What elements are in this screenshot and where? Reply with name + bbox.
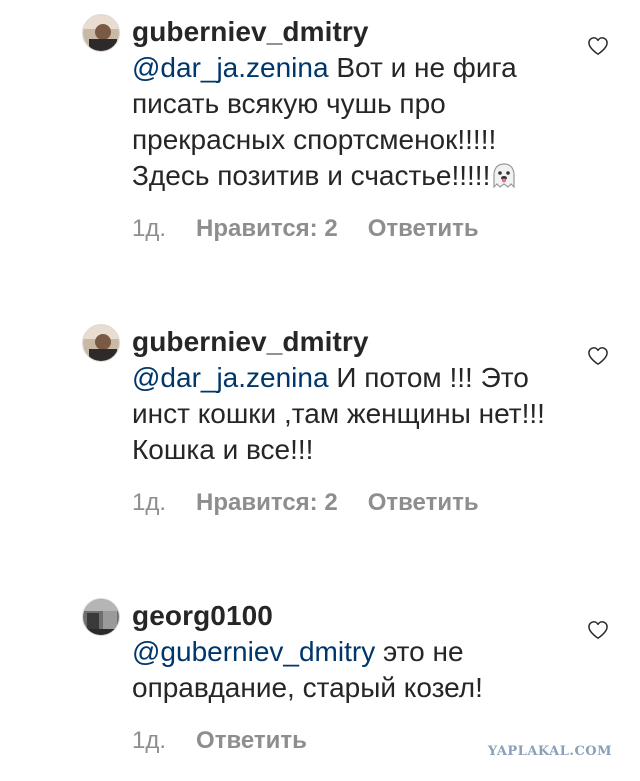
mention-link[interactable]: @dar_ja.zenina (132, 362, 329, 393)
comment-meta: 1д. Нравится: 2 Ответить (132, 214, 572, 244)
comment-item: guberniev_dmitry @dar_ja.zenina И потом … (82, 324, 622, 554)
mention-link[interactable]: @guberniev_dmitry (132, 636, 375, 667)
comment-meta: 1д. Нравится: 2 Ответить (132, 488, 572, 518)
comment-text: @dar_ja.zenina Вот и не фига писать всяк… (132, 50, 572, 194)
avatar-photo-icon (83, 599, 119, 635)
reply-button[interactable]: Ответить (196, 727, 307, 754)
reply-button[interactable]: Ответить (368, 489, 479, 516)
comment-time: 1д. (132, 489, 167, 516)
ghost-tongue-emoji-icon (493, 163, 515, 189)
avatar[interactable] (82, 324, 120, 362)
mention-link[interactable]: @dar_ja.zenina (132, 52, 329, 83)
reply-button[interactable]: Ответить (368, 215, 479, 242)
comment-text: @dar_ja.zenina И потом !!! Это инст кошк… (132, 360, 572, 468)
comment-username[interactable]: guberniev_dmitry (132, 14, 572, 50)
comment-time: 1д. (132, 727, 167, 754)
watermark: YAPLAKAL.COM (487, 744, 612, 759)
likes-count[interactable]: Нравится: 2 (196, 215, 338, 242)
avatar[interactable] (82, 598, 120, 636)
heart-outline-icon[interactable] (587, 620, 609, 640)
comment-time: 1д. (132, 215, 167, 242)
comment-username[interactable]: guberniev_dmitry (132, 324, 572, 360)
comment-item: guberniev_dmitry @dar_ja.zenina Вот и не… (82, 14, 622, 284)
avatar-photo-icon (83, 325, 119, 361)
avatar-photo-icon (83, 15, 119, 51)
avatar[interactable] (82, 14, 120, 52)
likes-count[interactable]: Нравится: 2 (196, 489, 338, 516)
comment-text: @guberniev_dmitry это не оправдание, ста… (132, 634, 572, 706)
comment-username[interactable]: georg0100 (132, 598, 572, 634)
heart-outline-icon[interactable] (587, 36, 609, 56)
heart-outline-icon[interactable] (587, 346, 609, 366)
comment-item: georg0100 @guberniev_dmitry это не оправ… (82, 598, 622, 758)
